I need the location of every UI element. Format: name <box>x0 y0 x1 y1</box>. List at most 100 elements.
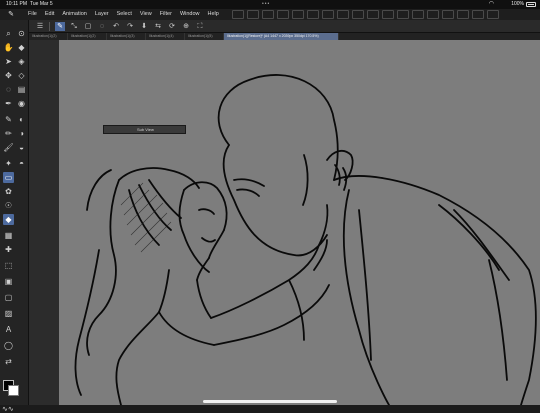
eraser-sub-icon[interactable]: ◆ <box>16 42 27 53</box>
tab-illustration-active[interactable]: Illustration(1)[Restore]* (A4 1447 x 203… <box>224 33 339 40</box>
wifi-icon: ◠ <box>488 1 494 7</box>
marker-sub-icon[interactable]: ◑ <box>16 128 27 139</box>
sub-view-popup[interactable]: Sub View <box>103 125 186 134</box>
quick-tool-2[interactable] <box>247 10 259 19</box>
quick-tool-12[interactable] <box>397 10 409 19</box>
redo-icon[interactable]: ↷ <box>125 22 135 31</box>
line-tool-icon[interactable]: ▨ <box>3 308 14 319</box>
transform-icon[interactable]: ⤡ <box>69 22 79 31</box>
quick-tool-3[interactable] <box>262 10 274 19</box>
save-icon[interactable]: ⬇ <box>139 22 149 31</box>
quick-tool-11[interactable] <box>382 10 394 19</box>
color-swap-icon[interactable]: ⇄ <box>3 356 14 367</box>
balloon-tool-icon[interactable]: ▢ <box>3 292 14 303</box>
tab-illustration-1[interactable]: Illustration(1)(2) <box>29 33 68 40</box>
correct-line-icon[interactable]: ◯ <box>3 340 14 351</box>
pen-tool-icon[interactable]: ✎ <box>3 114 14 125</box>
flip-icon[interactable]: ⇆ <box>153 22 163 31</box>
menu-list: File Edit Animation Layer Select View Fi… <box>24 9 223 20</box>
selection-tool-icon[interactable]: ◌ <box>3 84 14 95</box>
quick-tool-18[interactable] <box>487 10 499 19</box>
frame-tool-icon[interactable]: ⬚ <box>3 260 14 271</box>
decoration-tool-icon[interactable]: ✿ <box>3 186 14 197</box>
menu-animation[interactable]: Animation <box>58 9 90 20</box>
quick-tool-6[interactable] <box>307 10 319 19</box>
sub-color-swatch[interactable] <box>8 385 19 396</box>
figure-tool-icon[interactable]: ✚ <box>3 244 14 255</box>
move-layer-icon[interactable]: ✥ <box>3 70 14 81</box>
operation-tool-icon[interactable]: ➤ <box>3 56 14 67</box>
tab-illustration-3[interactable]: Illustration(1)(3) <box>107 33 146 40</box>
ruler-tool-icon[interactable]: ▣ <box>3 276 14 287</box>
quick-tool-5[interactable] <box>292 10 304 19</box>
menu-filter[interactable]: Filter <box>156 9 176 20</box>
ink-sub-icon[interactable]: ◐ <box>16 114 27 125</box>
eraser-tool-icon[interactable]: ▭ <box>3 172 14 183</box>
divider <box>49 22 50 31</box>
menu-bar: ✎ File Edit Animation Layer Select View … <box>0 9 540 20</box>
tool-bar: ⌕ ⊙ ✋ ◆ ➤ ◈ ✥ ◇ ◌ ▤ ✒ ◉ ✎ ◐ ✏ ◑ 🖌 ◒ ✦ ◓ … <box>0 20 29 413</box>
airbrush-tool-icon[interactable]: ✦ <box>3 158 14 169</box>
blend-sub-icon[interactable]: ◇ <box>16 70 27 81</box>
pen-mode-icon[interactable]: ✎ <box>55 22 65 31</box>
fill-tool-icon[interactable]: ◆ <box>3 214 14 225</box>
battery-percent: 100% <box>511 1 524 7</box>
sketch-drawing <box>74 74 537 405</box>
quick-tool-16[interactable] <box>457 10 469 19</box>
crop-icon[interactable]: ▢ <box>83 22 93 31</box>
status-bar: 10:11 PM Tue Mar 5 ••• ◠ 100% <box>0 0 540 9</box>
zoom-tool-icon[interactable]: ⌕ <box>3 28 14 39</box>
quick-tool-9[interactable] <box>352 10 364 19</box>
home-indicator[interactable] <box>203 400 337 403</box>
fit-icon[interactable]: ⛶ <box>195 22 205 31</box>
gradient-tool-icon[interactable]: ▦ <box>3 230 14 241</box>
text-sub-icon[interactable]: ◉ <box>16 98 27 109</box>
quick-tool-13[interactable] <box>412 10 424 19</box>
brush-logo-icon[interactable]: ✎ <box>5 10 17 19</box>
tab-illustration-2[interactable]: Illustration(1)(2) <box>68 33 107 40</box>
menu-edit[interactable]: Edit <box>41 9 58 20</box>
quick-tool-8[interactable] <box>337 10 349 19</box>
undo-icon[interactable]: ↶ <box>111 22 121 31</box>
menu-window[interactable]: Window <box>176 9 204 20</box>
eyedropper-icon[interactable]: ✒ <box>3 98 14 109</box>
fill-sub-icon[interactable]: ◈ <box>16 56 27 67</box>
menu-select[interactable]: Select <box>113 9 136 20</box>
menu-file[interactable]: File <box>24 9 41 20</box>
tab-illustration-4[interactable]: Illustration(1)(4) <box>146 33 185 40</box>
quick-tool-1[interactable] <box>232 10 244 19</box>
menu-help[interactable]: Help <box>204 9 223 20</box>
quick-tool-7[interactable] <box>322 10 334 19</box>
drawing-canvas[interactable]: Sub View <box>59 40 540 405</box>
zoom-icon[interactable]: ⊕ <box>181 22 191 31</box>
smudge-sub-icon[interactable]: ◓ <box>16 158 27 169</box>
text-tool-icon[interactable]: A <box>3 324 14 335</box>
quick-tool-15[interactable] <box>442 10 454 19</box>
hand-tool-icon[interactable]: ✋ <box>3 42 14 53</box>
status-date: Tue Mar 5 <box>30 1 53 7</box>
quick-tool-17[interactable] <box>472 10 484 19</box>
menu-layer[interactable]: Layer <box>91 9 113 20</box>
quick-access-tools <box>232 10 499 19</box>
tab-illustration-5[interactable]: Illustration(1)(5) <box>185 33 224 40</box>
lasso-icon[interactable]: ◌ <box>97 22 107 31</box>
watercolor-sub-icon[interactable]: ◒ <box>16 142 27 153</box>
menu-icon[interactable]: ☰ <box>35 22 45 31</box>
sub-tool-icon[interactable]: ⊙ <box>16 28 27 39</box>
rotate-icon[interactable]: ⟳ <box>167 22 177 31</box>
quick-tool-4[interactable] <box>277 10 289 19</box>
quick-tool-10[interactable] <box>367 10 379 19</box>
stroke-preview-icon: ∿∿ <box>2 406 14 413</box>
sub-view-label: Sub View <box>137 127 154 132</box>
gradient-sub-icon[interactable]: ▤ <box>16 84 27 95</box>
pencil-tool-icon[interactable]: ✏ <box>3 128 14 139</box>
status-time: 10:11 PM <box>6 1 28 7</box>
multitask-dots[interactable]: ••• <box>262 0 270 9</box>
blend-tool-icon[interactable]: ☉ <box>3 200 14 211</box>
command-bar: ☰ ✎ ⤡ ▢ ◌ ↶ ↷ ⬇ ⇆ ⟳ ⊕ ⛶ <box>29 20 540 33</box>
menu-view[interactable]: View <box>136 9 156 20</box>
brush-tool-icon[interactable]: 🖌 <box>3 142 14 153</box>
quick-tool-14[interactable] <box>427 10 439 19</box>
battery-icon <box>526 2 536 7</box>
document-tabs: Illustration(1)(2) Illustration(1)(2) Il… <box>29 33 540 40</box>
